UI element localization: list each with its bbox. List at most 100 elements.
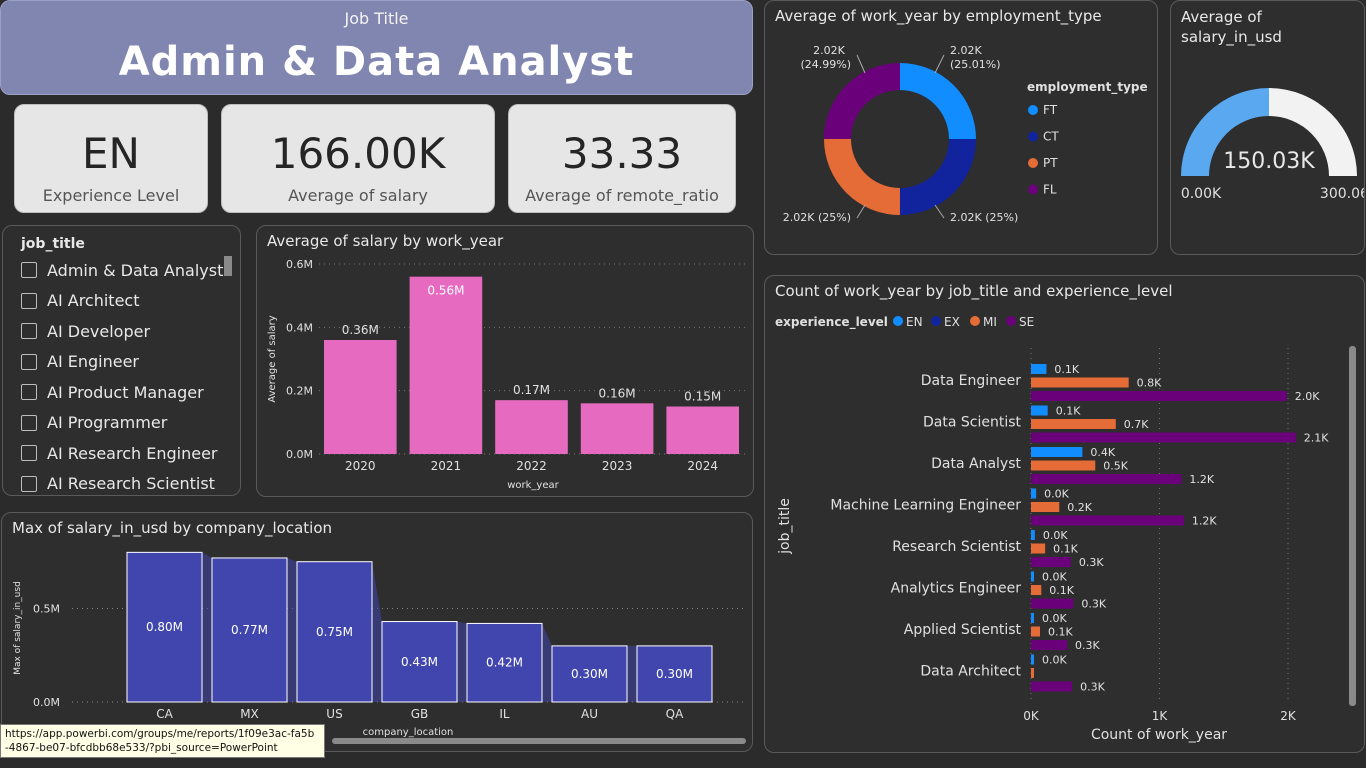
data-label: 0.80M xyxy=(146,620,183,634)
slicer-item-label: AI Programmer xyxy=(47,413,168,432)
data-label: 0.1K xyxy=(1048,626,1073,639)
bar[interactable] xyxy=(1031,364,1047,374)
bar[interactable] xyxy=(1031,613,1034,623)
slicer-item[interactable]: AI Programmer xyxy=(21,411,167,435)
bar[interactable] xyxy=(1031,654,1034,665)
bar[interactable] xyxy=(1031,502,1060,512)
job-title-slicer: job_title Admin & Data Analyst AI Archite… xyxy=(2,225,241,496)
bar[interactable] xyxy=(1031,640,1067,650)
y-tick-label: 0.5M xyxy=(33,602,60,615)
employment-type-donut-chart: Average of work_year by employment_type … xyxy=(764,0,1158,255)
legend-marker xyxy=(1028,105,1038,115)
url-tooltip: https://app.powerbi.com/groups/me/report… xyxy=(0,724,325,758)
slicer-item[interactable]: AI Architect xyxy=(21,289,140,313)
legend-marker xyxy=(1028,131,1038,142)
bar[interactable] xyxy=(1031,681,1073,692)
data-label: 0.3K xyxy=(1075,639,1100,652)
legend-marker xyxy=(1006,316,1016,326)
bar[interactable] xyxy=(1031,432,1296,443)
data-label: 0.15M xyxy=(684,390,721,404)
slicer-item[interactable]: AI Engineer xyxy=(21,350,139,374)
horizontal-scrollbar[interactable] xyxy=(332,738,746,744)
data-label: 2.02K (25%) xyxy=(783,211,851,224)
bar[interactable] xyxy=(1031,530,1035,540)
x-tick-label: QA xyxy=(666,707,684,721)
bar[interactable] xyxy=(666,406,739,455)
legend-title: employment_type xyxy=(1027,80,1148,95)
bar[interactable] xyxy=(1031,543,1046,554)
slicer-item[interactable]: Admin & Data Analyst xyxy=(21,258,223,282)
data-label: 0.75M xyxy=(316,625,353,639)
x-axis-label: Count of work_year xyxy=(1091,727,1227,743)
slicer-item[interactable]: AI Research Scientist xyxy=(21,472,215,496)
bar[interactable] xyxy=(1031,585,1042,595)
title-card-label: Job Title xyxy=(344,9,409,28)
bar[interactable] xyxy=(1031,557,1071,567)
y-tick-label: 0.2M xyxy=(286,385,313,398)
bar[interactable] xyxy=(1031,391,1287,401)
y-tick-label: Research Scientist xyxy=(892,539,1021,555)
y-tick-label: Data Scientist xyxy=(923,415,1022,431)
x-tick-label: IL xyxy=(499,707,510,721)
bar[interactable] xyxy=(1031,405,1048,416)
legend-marker xyxy=(1028,184,1038,195)
leader-line xyxy=(934,54,945,74)
data-label: 0.16M xyxy=(599,386,636,400)
bar[interactable] xyxy=(1031,377,1129,388)
donut-slice[interactable] xyxy=(899,139,976,215)
bar[interactable] xyxy=(1031,668,1034,678)
slicer-item[interactable]: AI Product Manager xyxy=(21,380,204,404)
y-tick-label: Machine Learning Engineer xyxy=(830,498,1021,514)
checkbox[interactable] xyxy=(21,445,37,461)
gauge-max-label: 300.06K xyxy=(1320,186,1364,202)
legend-label: FT xyxy=(1043,103,1058,117)
tooltip-line-1: https://app.powerbi.com/groups/me/report… xyxy=(5,728,315,740)
bar[interactable] xyxy=(1031,626,1040,637)
donut-slice[interactable] xyxy=(824,138,900,215)
data-label: 0.0K xyxy=(1042,654,1067,667)
checkbox[interactable] xyxy=(21,414,37,431)
bar[interactable] xyxy=(1031,598,1074,609)
gauge-plot: 150.03K0.00K 300.06K xyxy=(1181,88,1364,202)
bar[interactable] xyxy=(580,403,654,454)
legend-marker xyxy=(893,316,903,326)
checkbox[interactable] xyxy=(21,262,37,278)
bar[interactable] xyxy=(495,400,568,454)
checkbox[interactable] xyxy=(21,353,37,370)
bar[interactable] xyxy=(1031,474,1182,484)
checkbox[interactable] xyxy=(21,323,37,339)
slicer-item[interactable]: AI Research Engineer xyxy=(21,441,217,465)
data-label: 0.1K xyxy=(1056,405,1081,418)
y-axis-label: Average of salary xyxy=(267,315,278,402)
data-label: 0.7K xyxy=(1124,418,1149,431)
x-tick-label: 2023 xyxy=(602,459,633,473)
x-tick-label: 2024 xyxy=(687,459,718,473)
bar[interactable] xyxy=(409,276,483,454)
checkbox[interactable] xyxy=(21,292,37,309)
slicer-scrollbar[interactable] xyxy=(224,256,232,276)
donut-slice[interactable] xyxy=(824,63,900,139)
data-label: 0.3K xyxy=(1079,556,1104,569)
bar[interactable] xyxy=(1031,488,1037,499)
slicer-item[interactable]: AI Developer xyxy=(21,319,150,343)
avg-remote-ratio-value: 33.33 xyxy=(561,129,683,178)
bar[interactable] xyxy=(1031,571,1034,582)
bar[interactable] xyxy=(1031,447,1083,457)
y-tick-label: 0.6M xyxy=(286,258,313,271)
data-label: 0.36M xyxy=(342,323,379,337)
legend-marker xyxy=(931,316,941,326)
bar[interactable] xyxy=(1031,460,1096,471)
bar[interactable] xyxy=(1031,515,1184,526)
data-label: 1.2K xyxy=(1192,515,1217,528)
bar[interactable] xyxy=(324,340,397,454)
donut-plot: 2.02K(25.01%)2.02K (25%)2.02K (25%)2.02K… xyxy=(783,44,1148,224)
checkbox[interactable] xyxy=(21,475,37,492)
checkbox[interactable] xyxy=(21,384,37,400)
data-label: 2.02K xyxy=(950,44,982,57)
donut-slice[interactable] xyxy=(900,63,976,140)
data-label: 0.42M xyxy=(486,656,523,670)
avg-remote-ratio-card: 33.33 Average of remote_ratio xyxy=(508,104,736,213)
vertical-scrollbar[interactable] xyxy=(1349,346,1356,706)
bar[interactable] xyxy=(1031,419,1116,429)
title-card-value: Admin & Data Analyst xyxy=(118,39,635,85)
